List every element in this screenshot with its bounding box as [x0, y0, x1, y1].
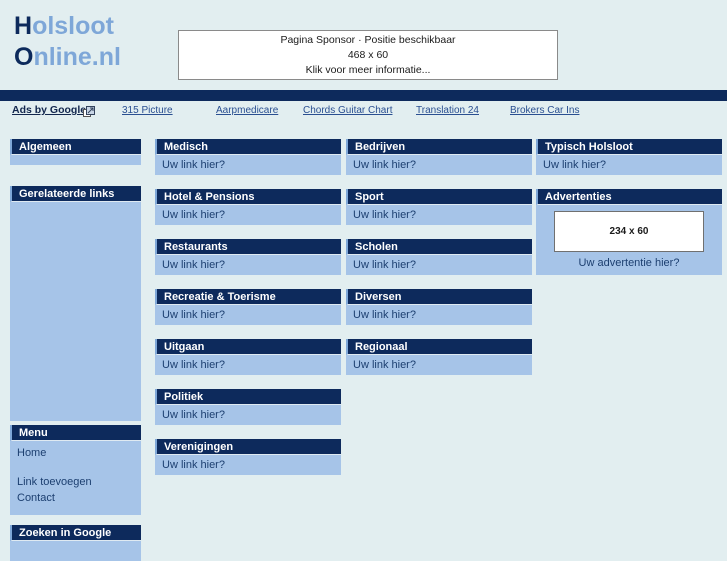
logo-cap-o: O	[14, 43, 34, 71]
logo-rest-holsloot: olsloot	[32, 12, 114, 40]
category-body: Uw link hier?	[346, 305, 532, 325]
sidebar-panel-zoeken-in-google: Zoeken in Google	[10, 525, 141, 561]
site-logo[interactable]: Holsloot Online.nl	[14, 12, 121, 71]
category-body: Uw link hier?	[155, 155, 341, 175]
category-body: Uw link hier?	[346, 155, 532, 175]
advertenties-title: Advertenties	[536, 189, 722, 205]
category-title: Politiek	[155, 389, 341, 405]
category-title: Uitgaan	[155, 339, 341, 355]
category-body: Uw link hier?	[155, 305, 341, 325]
category-medisch: Medisch Uw link hier?	[155, 139, 341, 175]
external-link-icon[interactable]	[83, 106, 95, 118]
category-title: Hotel & Pensions	[155, 189, 341, 205]
logo-rest-online: nline.nl	[33, 43, 121, 71]
uw-link-hier-link[interactable]: Uw link hier?	[353, 359, 416, 371]
ad-link-aarpmedicare[interactable]: Aarpmedicare	[216, 105, 278, 116]
category-title: Bedrijven	[346, 139, 532, 155]
advertenties-panel: Advertenties 234 x 60 Uw advertentie hie…	[536, 189, 722, 275]
sidebar-menu-title: Menu	[10, 425, 141, 441]
sidebar-menu-body: Home Link toevoegen Contact	[10, 441, 141, 515]
advertisement-placeholder-banner[interactable]: 234 x 60	[554, 211, 704, 252]
sidebar-item-gerelateerde-links[interactable]: Gerelateerde links	[10, 186, 141, 202]
category-title: Regionaal	[346, 339, 532, 355]
menu-spacer	[17, 461, 141, 474]
ad-link-315-picture[interactable]: 315 Picture	[122, 105, 173, 116]
sidebar-algemeen-body	[10, 155, 141, 165]
category-title: Recreatie & Toerisme	[155, 289, 341, 305]
uw-link-hier-link[interactable]: Uw link hier?	[162, 159, 225, 171]
ad-link-translation-24[interactable]: Translation 24	[416, 105, 479, 116]
category-title: Typisch Holsloot	[536, 139, 722, 155]
menu-item-home[interactable]: Home	[17, 445, 141, 461]
uw-link-hier-link[interactable]: Uw link hier?	[162, 259, 225, 271]
category-title: Verenigingen	[155, 439, 341, 455]
category-column-2: Bedrijven Uw link hier? Sport Uw link hi…	[346, 139, 532, 389]
category-recreatie-toerisme: Recreatie & Toerisme Uw link hier?	[155, 289, 341, 325]
menu-item-contact[interactable]: Contact	[17, 490, 141, 506]
category-title: Restaurants	[155, 239, 341, 255]
category-diversen: Diversen Uw link hier?	[346, 289, 532, 325]
category-sport: Sport Uw link hier?	[346, 189, 532, 225]
category-title: Diversen	[346, 289, 532, 305]
category-title: Medisch	[155, 139, 341, 155]
uw-advertentie-hier-link[interactable]: Uw advertentie hier?	[536, 257, 722, 269]
sidebar-panel-algemeen: Algemeen	[10, 139, 141, 165]
advertisement-size-label: 234 x 60	[609, 226, 649, 237]
uw-link-hier-link[interactable]: Uw link hier?	[162, 459, 225, 471]
sponsor-banner[interactable]: Pagina Sponsor · Positie beschikbaar 468…	[178, 30, 558, 80]
uw-link-hier-link[interactable]: Uw link hier?	[162, 409, 225, 421]
category-body: Uw link hier?	[346, 355, 532, 375]
sidebar-zoeken-title: Zoeken in Google	[10, 525, 141, 541]
category-title: Scholen	[346, 239, 532, 255]
category-column-1: Medisch Uw link hier? Hotel & Pensions U…	[155, 139, 341, 489]
uw-link-hier-link[interactable]: Uw link hier?	[353, 209, 416, 221]
sidebar-panel-menu: Menu Home Link toevoegen Contact	[10, 425, 141, 515]
ad-link-brokers-car-ins[interactable]: Brokers Car Ins	[510, 105, 579, 116]
advertenties-body: 234 x 60 Uw advertentie hier?	[536, 205, 722, 275]
page-header: Holsloot Online.nl Pagina Sponsor · Posi…	[0, 0, 727, 90]
uw-link-hier-link[interactable]: Uw link hier?	[162, 309, 225, 321]
uw-link-hier-link[interactable]: Uw link hier?	[353, 259, 416, 271]
uw-link-hier-link[interactable]: Uw link hier?	[162, 359, 225, 371]
sponsor-line-1: Pagina Sponsor · Positie beschikbaar	[280, 33, 456, 46]
header-divider-bar	[0, 90, 727, 101]
uw-link-hier-link[interactable]: Uw link hier?	[543, 159, 606, 171]
logo-cap-h: H	[14, 12, 33, 40]
category-body: Uw link hier?	[155, 205, 341, 225]
sidebar-zoeken-body	[10, 541, 141, 561]
category-scholen: Scholen Uw link hier?	[346, 239, 532, 275]
sponsor-line-2: 468 x 60	[347, 48, 389, 61]
category-body: Uw link hier?	[346, 205, 532, 225]
category-body: Uw link hier?	[155, 455, 341, 475]
sidebar-panel-gerelateerde-links: Gerelateerde links	[10, 186, 141, 421]
category-typisch-holsloot: Typisch Holsloot Uw link hier?	[536, 139, 722, 175]
category-bedrijven: Bedrijven Uw link hier?	[346, 139, 532, 175]
category-body: Uw link hier?	[155, 255, 341, 275]
sidebar-gerelateerde-links-body	[10, 202, 141, 421]
menu-item-link-toevoegen[interactable]: Link toevoegen	[17, 474, 141, 490]
uw-link-hier-link[interactable]: Uw link hier?	[353, 309, 416, 321]
sidebar-item-algemeen[interactable]: Algemeen	[10, 139, 141, 155]
category-column-3: Typisch Holsloot Uw link hier? Advertent…	[536, 139, 722, 289]
category-verenigingen: Verenigingen Uw link hier?	[155, 439, 341, 475]
category-restaurants: Restaurants Uw link hier?	[155, 239, 341, 275]
ads-by-google-label[interactable]: Ads by Google	[12, 104, 86, 116]
category-uitgaan: Uitgaan Uw link hier?	[155, 339, 341, 375]
uw-link-hier-link[interactable]: Uw link hier?	[162, 209, 225, 221]
category-title: Sport	[346, 189, 532, 205]
category-body: Uw link hier?	[536, 155, 722, 175]
sponsor-line-3: Klik voor meer informatie...	[305, 63, 431, 76]
category-regionaal: Regionaal Uw link hier?	[346, 339, 532, 375]
category-body: Uw link hier?	[346, 255, 532, 275]
ads-by-google-bar: Ads by Google 315 Picture Aarpmedicare C…	[0, 104, 727, 120]
category-body: Uw link hier?	[155, 355, 341, 375]
category-hotel-pensions: Hotel & Pensions Uw link hier?	[155, 189, 341, 225]
uw-link-hier-link[interactable]: Uw link hier?	[353, 159, 416, 171]
category-body: Uw link hier?	[155, 405, 341, 425]
category-politiek: Politiek Uw link hier?	[155, 389, 341, 425]
ad-link-chords-guitar-chart[interactable]: Chords Guitar Chart	[303, 105, 392, 116]
